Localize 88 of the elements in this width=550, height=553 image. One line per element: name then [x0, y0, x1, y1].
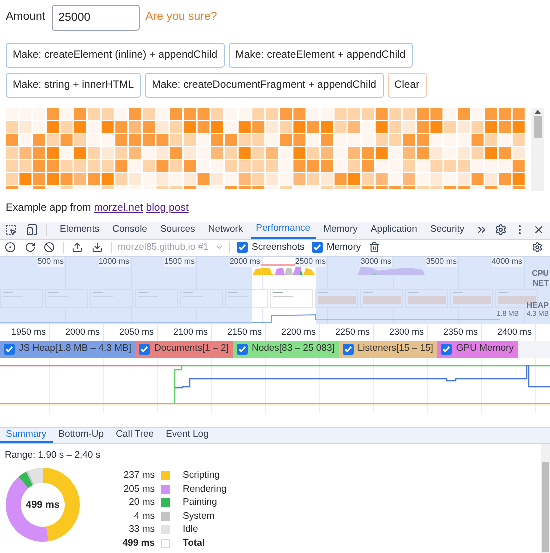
time-tick: 2150 ms	[227, 326, 262, 338]
clear-icon[interactable]	[44, 242, 55, 254]
checkbox[interactable]	[236, 344, 248, 355]
time-tick: 3500 ms	[426, 256, 457, 267]
time-tick: 2050 ms	[119, 326, 154, 338]
checkbox[interactable]	[342, 344, 354, 355]
range-text: Range: 1.90 s – 2.40 s	[5, 448, 102, 463]
time-tick: 4000 ms	[492, 256, 522, 267]
reload-icon[interactable]	[25, 242, 36, 254]
checkbox-label: Screenshots	[252, 240, 305, 255]
devtools-tab[interactable]: Network	[203, 221, 248, 240]
devtools-tab[interactable]: Memory	[318, 221, 363, 240]
close-icon[interactable]	[533, 224, 545, 236]
total-time: 499 ms	[26, 498, 60, 512]
time-tick: 2100 ms	[173, 326, 208, 338]
make-button[interactable]: Make: createElement + appendChild	[228, 43, 413, 68]
time-tick: 3000 ms	[360, 256, 392, 267]
inspect-icon[interactable]	[5, 224, 17, 236]
counter-toggle[interactable]: GPU Memory	[437, 340, 518, 358]
time-tick: 2300 ms	[389, 326, 424, 338]
scroll-up-icon[interactable]	[534, 110, 540, 114]
counter-toggle[interactable]: Documents[1 – 2]	[135, 340, 233, 358]
legend-time: 4 ms	[133, 510, 156, 523]
legend-swatch	[161, 538, 170, 548]
devtools-tab[interactable]: Performance	[251, 221, 316, 240]
make-button[interactable]: Make: createElement (inline) + appendChild	[6, 43, 225, 68]
legend-time: 20 ms	[128, 496, 156, 510]
checkbox[interactable]	[312, 242, 323, 254]
bottom-tab[interactable]: Bottom-Up	[52, 428, 110, 443]
time-tick: 2400 ms	[497, 326, 532, 338]
counter-toggle[interactable]: JS Heap[1.8 MB – 4.3 MB]	[0, 340, 136, 358]
checkbox[interactable]	[4, 344, 15, 355]
device-toolbar-icon[interactable]	[26, 224, 38, 236]
time-tick: 1950 ms	[11, 326, 46, 338]
settings-icon[interactable]	[495, 224, 507, 236]
link[interactable]: morzel.net	[94, 201, 144, 217]
track-label: NET	[533, 278, 549, 289]
scrollbar[interactable]	[531, 108, 544, 191]
legend-label: Total	[183, 536, 206, 550]
checkbox[interactable]	[237, 242, 248, 254]
warning-text: Are you sure?	[146, 10, 218, 26]
scroll-thumb[interactable]	[542, 462, 549, 552]
download-icon[interactable]	[92, 242, 103, 254]
link[interactable]: blog post	[146, 201, 189, 217]
checkbox[interactable]	[441, 344, 452, 355]
time-tick: 1500 ms	[164, 256, 195, 267]
record-icon[interactable]	[5, 242, 16, 254]
counter-toggle[interactable]: Listeners[15 – 15]	[338, 340, 438, 358]
make-button[interactable]: Make: createDocumentFragment + appendChild	[145, 73, 384, 98]
checkbox-label: Memory	[326, 240, 362, 255]
devtools-tab[interactable]: Security	[425, 221, 470, 240]
legend-label: Scripting	[183, 469, 221, 482]
devtools-tab[interactable]: Application	[366, 221, 422, 240]
time-tick: 2500 ms	[295, 256, 326, 267]
legend-time: 237 ms	[122, 469, 156, 482]
track-label: CPU	[532, 268, 549, 279]
settings-icon[interactable]	[532, 242, 543, 254]
time-tick: 1000 ms	[98, 256, 130, 267]
bottom-tab[interactable]: Summary	[0, 428, 53, 443]
devtools-tab[interactable]: Sources	[155, 221, 200, 240]
devtools-tab[interactable]: Elements	[55, 221, 105, 240]
time-tick: 2350 ms	[443, 326, 478, 338]
legend-label: Rendering	[183, 482, 227, 496]
bottom-tab[interactable]: Call Tree	[110, 428, 160, 443]
upload-icon[interactable]	[72, 242, 83, 254]
scrollbar[interactable]	[541, 444, 550, 553]
checkbox[interactable]	[139, 344, 150, 355]
footer-text: Example app from	[6, 201, 92, 216]
legend-time: 205 ms	[122, 482, 156, 496]
legend-time: 499 ms	[122, 536, 156, 550]
track-label: HEAP	[526, 300, 549, 310]
bottom-tab[interactable]: Event Log	[160, 428, 215, 443]
time-tick: 2200 ms	[281, 326, 316, 338]
amount-label: Amount	[6, 10, 46, 26]
legend-label: Painting	[183, 496, 218, 510]
amount-field[interactable]: 25000	[52, 5, 140, 31]
devtools-tab[interactable]: Console	[108, 221, 152, 240]
counter-toggle[interactable]: Nodes[83 – 25 083]	[232, 340, 339, 358]
time-tick: 2000 ms	[230, 256, 260, 267]
make-button[interactable]: Make: string + innerHTML	[6, 73, 142, 98]
legend-label: Idle	[183, 523, 200, 536]
legend-time: 33 ms	[128, 523, 156, 536]
time-tick: 2000 ms	[65, 326, 100, 338]
legend-label: System	[183, 510, 216, 523]
time-tick: 500 ms	[38, 256, 64, 267]
clear-button[interactable]: Clear	[388, 73, 427, 98]
scroll-thumb[interactable]	[534, 116, 542, 138]
time-tick: 2250 ms	[335, 326, 370, 338]
